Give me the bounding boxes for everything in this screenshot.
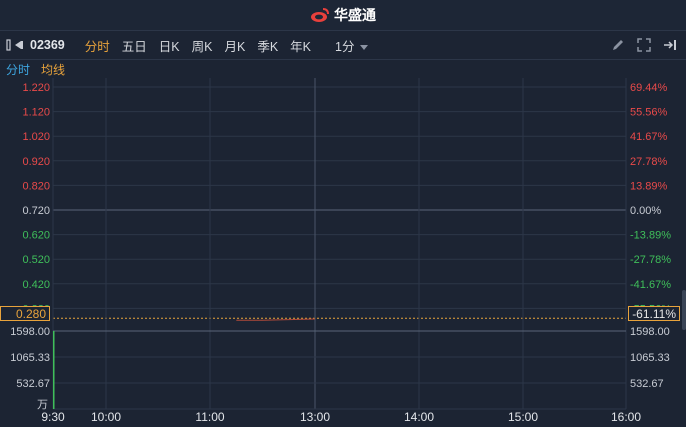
volume-tick-label-right: 1598.00 xyxy=(630,326,670,338)
app-name: 华盛通 xyxy=(334,7,376,23)
tab-quarterly-k[interactable]: 季K xyxy=(251,36,284,55)
pct-tick-label: 69.44% xyxy=(630,82,668,94)
tab-yearly-k[interactable]: 年K xyxy=(284,36,317,55)
price-tick-label: 0.820 xyxy=(22,180,50,192)
price-tick-label: 1.220 xyxy=(22,82,50,94)
price-tick-label: 0.620 xyxy=(22,230,50,242)
pct-tick-label: 41.67% xyxy=(630,131,668,143)
price-series-line xyxy=(236,318,316,321)
tab-monthly-k[interactable]: 月K xyxy=(218,36,251,55)
pct-tick-label: -13.89% xyxy=(630,230,671,242)
pct-tick-label: -27.78% xyxy=(630,254,671,266)
volume-tick-label-right: 532.67 xyxy=(630,378,664,390)
pen-icon[interactable] xyxy=(610,37,626,53)
price-tick-label: 1.020 xyxy=(22,131,50,143)
indicator-intraday[interactable]: 分时 xyxy=(6,61,30,78)
tab-intraday[interactable]: 分时 xyxy=(79,36,116,55)
price-tick-label: 1.120 xyxy=(22,107,50,119)
scrollbar[interactable] xyxy=(682,290,686,330)
price-tick-label: 0.420 xyxy=(22,279,50,291)
last-price-label: 0.280 xyxy=(0,306,50,321)
time-tick-label: 11:00 xyxy=(195,410,224,424)
volume-tick-label: 1065.33 xyxy=(10,352,50,364)
brand: 华盛通 xyxy=(310,5,376,25)
tab-weekly-k[interactable]: 周K xyxy=(186,36,219,55)
stock-code: 02369 xyxy=(30,38,65,52)
time-tick-label: 14:00 xyxy=(404,410,434,424)
minute-select-label: 1分 xyxy=(335,39,355,54)
indicator-bar: 分时 均线 xyxy=(0,60,686,78)
price-tick-label: 0.920 xyxy=(22,156,50,168)
volume-bar xyxy=(53,331,55,409)
volume-tick-label-right: 1065.33 xyxy=(630,352,670,364)
time-tick-label: 15:00 xyxy=(508,410,538,424)
time-tick-label: 13:00 xyxy=(300,410,330,424)
pct-tick-label: 0.00% xyxy=(630,205,661,217)
pct-tick-label: 55.56% xyxy=(630,107,668,119)
intraday-chart[interactable]: 1.220 69.44% 1.120 55.56% 1.020 41.67% 0.920 27… xyxy=(0,78,686,427)
time-tick-label: 9:30 xyxy=(41,410,65,424)
fullscreen-icon[interactable] xyxy=(636,37,652,53)
price-tick-label: 0.720 xyxy=(22,205,50,217)
pct-tick-label: 13.89% xyxy=(630,180,668,192)
pct-tick-label: -41.67% xyxy=(630,279,671,291)
price-tick-label: 0.520 xyxy=(22,254,50,266)
volume-tick-label: 532.67 xyxy=(16,378,50,390)
brand-logo-icon xyxy=(311,8,329,22)
volume-tick-label: 1598.00 xyxy=(10,326,50,338)
chart-toolbar: 02369 分时 五日 日K 周K 月K 季K 年K 1分 xyxy=(0,31,686,60)
last-change-label: -61.11% xyxy=(628,306,680,321)
time-tick-label: 10:00 xyxy=(91,410,121,424)
time-tick-label: 16:00 xyxy=(611,410,641,424)
app-header: 华盛通 xyxy=(0,0,686,31)
pct-tick-label: 27.78% xyxy=(630,156,668,168)
tab-daily-k[interactable]: 日K xyxy=(153,36,186,55)
toolbar-right-icons xyxy=(610,37,678,53)
chevron-down-icon xyxy=(360,44,369,50)
collapse-panel-icon[interactable] xyxy=(6,38,26,52)
indicator-ma[interactable]: 均线 xyxy=(41,61,65,78)
exit-icon[interactable] xyxy=(662,37,678,53)
minute-select[interactable]: 1分 xyxy=(329,36,374,55)
tab-five-day[interactable]: 五日 xyxy=(116,36,153,55)
